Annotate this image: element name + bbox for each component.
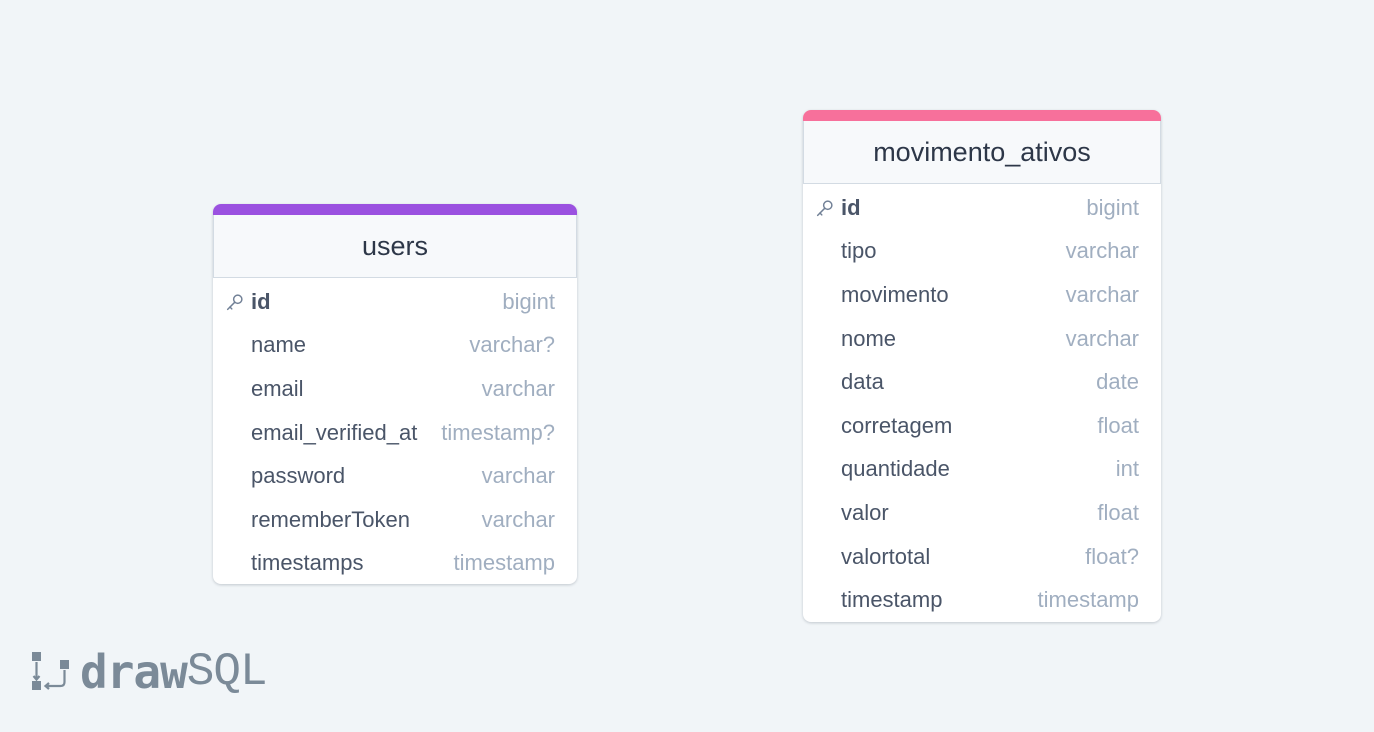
column-type: timestamp xyxy=(453,550,555,576)
column-type: varchar xyxy=(481,463,555,489)
column-row[interactable]: valortotal float? xyxy=(803,535,1161,579)
column-row[interactable]: id bigint xyxy=(213,280,577,324)
column-type: varchar xyxy=(481,506,555,532)
users-table[interactable]: users id bigint name varchar? email varc… xyxy=(213,204,577,584)
logo-wordmark-draw: draw xyxy=(80,645,188,699)
column-type: varchar xyxy=(1065,238,1139,264)
column-row[interactable]: rememberToken varchar xyxy=(213,498,577,542)
column-type: timestamp xyxy=(1037,587,1139,613)
key-icon xyxy=(816,200,833,216)
column-type: varchar xyxy=(1065,325,1139,351)
table-accent-bar xyxy=(213,204,577,215)
column-type: varchar? xyxy=(469,332,555,358)
column-type: float xyxy=(1097,499,1139,525)
column-type: float? xyxy=(1085,543,1139,569)
drawsql-logo[interactable]: draw SQL xyxy=(30,645,268,699)
column-name: tipo xyxy=(841,238,877,264)
column-name: email xyxy=(251,375,304,401)
table-title[interactable]: users xyxy=(213,215,577,278)
column-row[interactable]: timestamp timestamp xyxy=(803,578,1161,622)
movimento-ativos-table[interactable]: movimento_ativos id bigint tipo varchar … xyxy=(803,110,1161,622)
drawsql-logo-icon xyxy=(32,652,69,690)
column-list: id bigint name varchar? email varchar em… xyxy=(213,278,577,584)
column-row[interactable]: id bigint xyxy=(803,186,1161,230)
column-name: quantidade xyxy=(841,456,950,482)
column-row[interactable]: data date xyxy=(803,360,1161,404)
column-name: timestamps xyxy=(251,550,364,576)
column-name: name xyxy=(251,332,307,358)
column-name: nome xyxy=(841,325,897,351)
column-type: timestamp? xyxy=(441,419,555,445)
column-row[interactable]: movimento varchar xyxy=(803,273,1161,317)
column-row[interactable]: name varchar? xyxy=(213,324,577,368)
column-name: valortotal xyxy=(841,543,931,569)
column-name: id xyxy=(251,288,271,314)
column-row[interactable]: valor float xyxy=(803,491,1161,535)
column-row[interactable]: corretagem float xyxy=(803,404,1161,448)
column-type: bigint xyxy=(502,288,555,314)
column-row[interactable]: timestamps timestamp xyxy=(213,542,577,584)
column-row[interactable]: nome varchar xyxy=(803,317,1161,361)
column-name: data xyxy=(841,369,884,395)
column-type: varchar xyxy=(481,375,555,401)
column-row[interactable]: quantidade int xyxy=(803,448,1161,492)
column-row[interactable]: email_verified_at timestamp? xyxy=(213,411,577,455)
table-title[interactable]: movimento_ativos xyxy=(803,121,1161,184)
column-type: bigint xyxy=(1086,194,1139,220)
column-type: int xyxy=(1115,456,1139,482)
column-type: varchar xyxy=(1065,281,1139,307)
column-name: id xyxy=(841,194,861,220)
table-accent-bar xyxy=(803,110,1161,121)
column-name: valor xyxy=(841,499,889,525)
column-name: email_verified_at xyxy=(251,419,418,445)
column-type: date xyxy=(1096,369,1139,395)
column-row[interactable]: tipo varchar xyxy=(803,230,1161,274)
column-name: timestamp xyxy=(841,587,943,613)
key-icon xyxy=(226,294,243,310)
column-type: float xyxy=(1097,412,1139,438)
logo-wordmark-sql: SQL xyxy=(186,646,268,698)
column-name: password xyxy=(251,463,346,489)
column-row[interactable]: password varchar xyxy=(213,454,577,498)
column-name: corretagem xyxy=(841,412,953,438)
column-list: id bigint tipo varchar movimento varchar… xyxy=(803,184,1161,622)
column-name: rememberToken xyxy=(251,506,410,532)
column-name: movimento xyxy=(841,281,949,307)
column-row[interactable]: email varchar xyxy=(213,367,577,411)
